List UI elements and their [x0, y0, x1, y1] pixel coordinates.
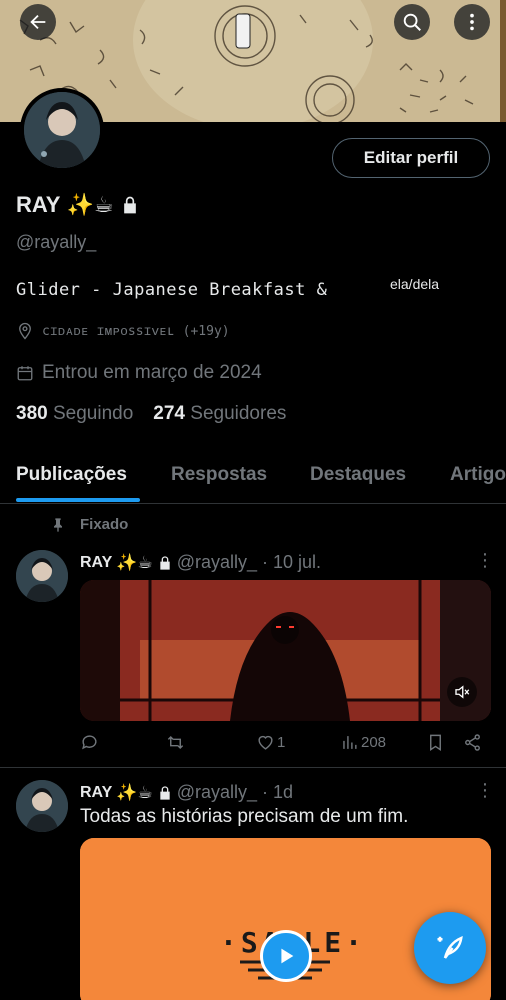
bookmark-icon: [430, 734, 441, 751]
avatar-image: [16, 550, 68, 602]
following-link[interactable]: 380 Seguindo: [16, 403, 133, 425]
pinned-indicator: Fixado: [50, 516, 128, 533]
tab-artigos[interactable]: Artigos: [450, 464, 506, 486]
post-avatar[interactable]: [16, 550, 68, 602]
post-video[interactable]: [80, 580, 491, 721]
active-tab-indicator: [16, 498, 140, 502]
bookmark-button[interactable]: [426, 733, 445, 752]
speaker-muted-icon: [455, 685, 470, 699]
play-icon: [281, 948, 294, 964]
pin-icon: [54, 517, 62, 532]
view-count: 208: [361, 734, 387, 751]
reply-icon: [82, 735, 97, 750]
tab-respostas[interactable]: Respostas: [171, 464, 267, 486]
like-count: 1: [277, 734, 286, 751]
profile-bio: Glider - Japanese Breakfast &: [16, 280, 328, 300]
back-button[interactable]: [20, 4, 56, 40]
calendar-icon: [17, 366, 33, 381]
video-thumbnail: [80, 580, 491, 721]
following-label: Seguindo: [52, 403, 134, 424]
post-text: Todas as histórias precisam de um fim.: [80, 806, 409, 827]
more-vertical-icon: [470, 13, 474, 31]
repost-icon: [167, 735, 184, 750]
post-header: RAY ✨☕ @rayally_ · 10 jul.: [80, 552, 321, 573]
post-handle-time: @rayally_ · 10 jul.: [176, 552, 322, 572]
compose-feather-icon: [437, 935, 463, 959]
arrow-left-icon: [30, 14, 46, 30]
post-avatar[interactable]: [16, 780, 68, 832]
followers-count: 274: [153, 403, 185, 424]
search-button[interactable]: [394, 4, 430, 40]
like-button[interactable]: 1: [256, 733, 285, 752]
tab-destaques[interactable]: Destaques: [310, 464, 406, 486]
post-more-icon[interactable]: ⋮: [476, 550, 494, 571]
post-author-emojis: ✨☕: [116, 782, 153, 802]
avatar-image: [16, 780, 68, 832]
profile-name-row: RAY ✨☕: [16, 192, 140, 218]
location-text: cɪᴅᴀᴅᴇ ɪᴍᴘᴏssɪᴠᴇʟ (+19y): [42, 323, 230, 339]
post-author-name[interactable]: RAY: [80, 784, 112, 802]
location-pin-icon: [19, 322, 31, 340]
share-button[interactable]: [463, 733, 482, 752]
reply-button[interactable]: [80, 733, 99, 752]
post-handle-time: @rayally_ · 1d: [176, 782, 294, 802]
share-icon: [465, 734, 480, 751]
post-more-icon[interactable]: ⋮: [476, 780, 494, 801]
followers-link[interactable]: 274 Seguidores: [153, 403, 286, 425]
joined-text: Entrou em março de 2024: [42, 362, 262, 383]
search-icon: [403, 13, 421, 31]
heart-icon: [258, 735, 273, 750]
profile-location: cɪᴅᴀᴅᴇ ɪᴍᴘᴏssɪᴠᴇʟ (+19y): [16, 322, 230, 340]
repost-button[interactable]: [166, 733, 185, 752]
post-header: RAY ✨☕ @rayally_ · 1d: [80, 782, 293, 803]
pinned-label: Fixado: [80, 516, 129, 533]
play-button[interactable]: [260, 930, 312, 982]
more-button[interactable]: [454, 4, 490, 40]
edit-profile-button[interactable]: Editar perfil: [332, 138, 490, 178]
post-author-emojis: ✨☕: [116, 552, 153, 572]
avatar-image: [24, 92, 100, 168]
views-button[interactable]: 208: [340, 733, 386, 752]
lock-icon: [160, 785, 170, 800]
profile-pronouns: ela/dela: [390, 276, 440, 292]
profile-emojis: ✨☕: [66, 192, 114, 217]
profile-name: RAY: [16, 192, 61, 217]
post-author-name[interactable]: RAY: [80, 554, 112, 572]
follow-stats: 380 Seguindo 274 Seguidores: [16, 403, 286, 425]
views-chart-icon: [343, 736, 357, 749]
profile-avatar[interactable]: [20, 88, 104, 172]
profile-handle: @rayally_: [16, 232, 97, 252]
tab-publicacoes[interactable]: Publicações: [16, 464, 127, 486]
followers-label: Seguidores: [190, 403, 287, 424]
mute-toggle[interactable]: [447, 677, 477, 707]
lock-icon: [123, 196, 136, 214]
post-divider: [0, 767, 506, 768]
lock-icon: [160, 555, 170, 570]
profile-joined: Entrou em março de 2024: [16, 362, 262, 384]
profile-tabs: Publicações Respostas Destaques Artigos: [0, 450, 506, 504]
post-actions: 1 208: [80, 733, 490, 757]
following-count: 380: [16, 403, 48, 424]
compose-post-button[interactable]: [414, 912, 486, 984]
